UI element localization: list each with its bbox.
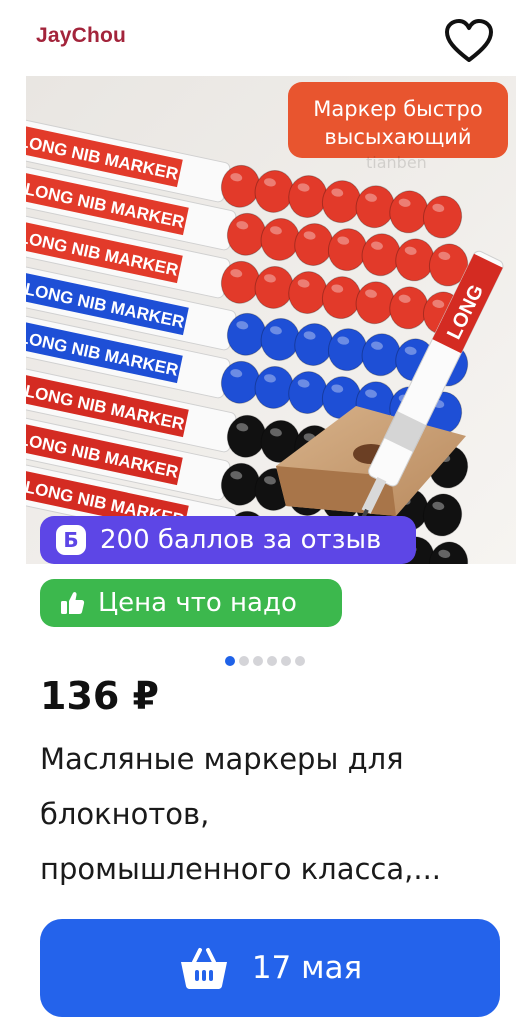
- product-title[interactable]: Масляные маркеры для блокнотов, промышле…: [40, 732, 500, 897]
- svg-text:tianben: tianben: [366, 153, 427, 172]
- carousel-dot[interactable]: [253, 656, 263, 666]
- thumbs-up-icon: [58, 589, 86, 617]
- review-points-label: 200 баллов за отзыв: [100, 525, 382, 555]
- carousel-dot[interactable]: [225, 656, 235, 666]
- seller-brand[interactable]: JayChou: [36, 24, 126, 48]
- heart-outline-icon: [445, 19, 493, 62]
- product-title-line: промышленного класса,...: [40, 852, 442, 886]
- product-title-line: Масляные маркеры для: [40, 742, 404, 776]
- carousel-dot[interactable]: [239, 656, 249, 666]
- add-to-cart-button[interactable]: 17 мая: [40, 919, 500, 1017]
- good-price-badge[interactable]: Цена что надо: [40, 579, 342, 627]
- favorite-button[interactable]: [440, 16, 498, 66]
- product-image[interactable]: LONG NIB MARKER LONG NIB MARKER LONG NIB M…: [26, 76, 516, 564]
- review-points-badge[interactable]: Б 200 баллов за отзыв: [40, 516, 416, 564]
- product-title-line: блокнотов,: [40, 797, 210, 831]
- image-carousel-dots[interactable]: [225, 656, 305, 666]
- good-price-label: Цена что надо: [98, 588, 297, 618]
- promo-bubble: Маркер быстро высыхающий: [288, 82, 508, 158]
- carousel-dot[interactable]: [295, 656, 305, 666]
- product-price: 136 ₽: [40, 674, 159, 718]
- basket-icon: [178, 946, 230, 990]
- svg-text:высыхающий: высыхающий: [324, 125, 471, 149]
- svg-text:Маркер быстро: Маркер быстро: [313, 97, 482, 121]
- carousel-dot[interactable]: [267, 656, 277, 666]
- carousel-dot[interactable]: [281, 656, 291, 666]
- points-b-icon: Б: [56, 525, 86, 555]
- delivery-date-label: 17 мая: [251, 950, 363, 986]
